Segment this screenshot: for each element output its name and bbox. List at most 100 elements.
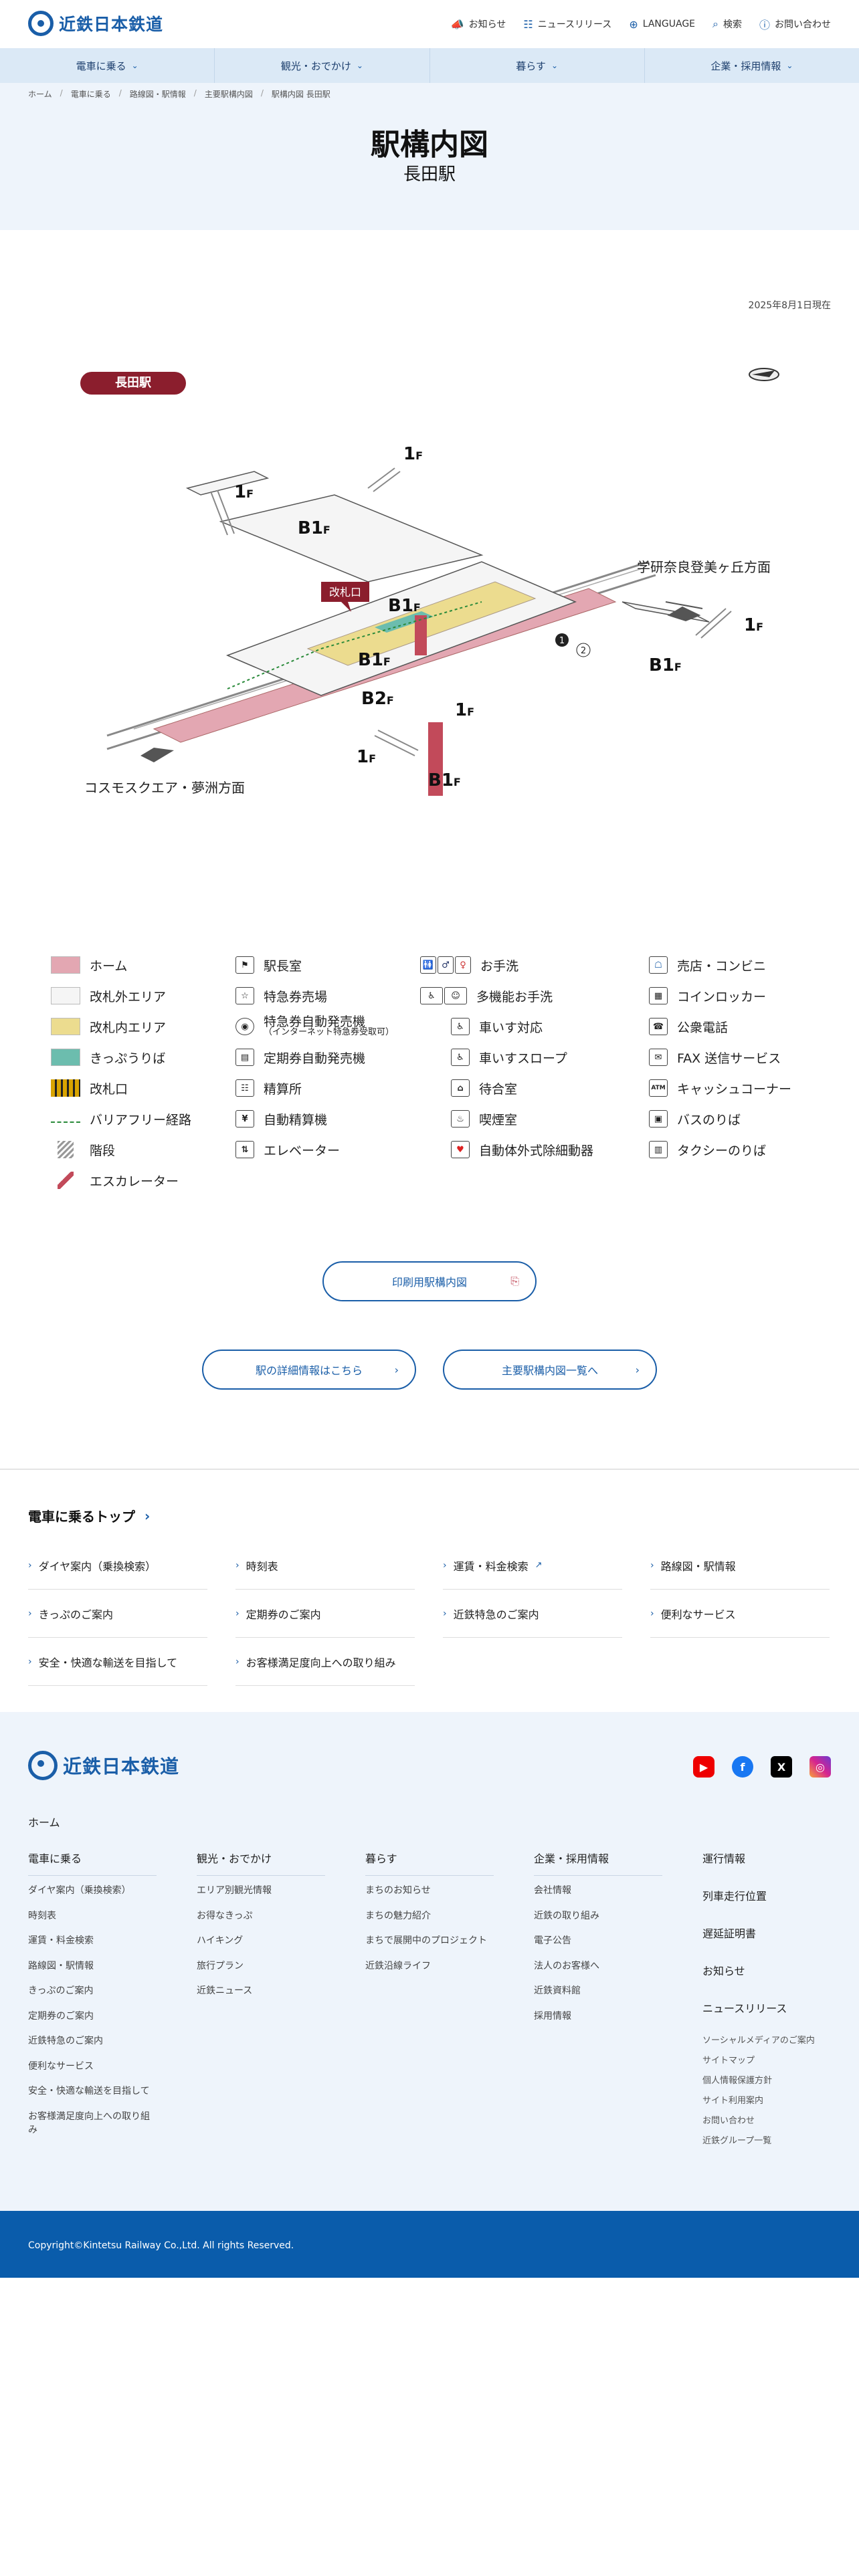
footer-link[interactable]: 採用情報: [534, 2010, 662, 2035]
legend-label: エレベーター: [264, 1143, 341, 1158]
breadcrumb-separator: /: [60, 88, 63, 98]
footer-main-link[interactable]: 列車走行位置: [702, 1887, 831, 1925]
breadcrumb-station-maps[interactable]: 主要駅構内図: [205, 88, 253, 100]
footer-link[interactable]: 会社情報: [534, 1884, 662, 1909]
taxi-stand-icon: ▥: [649, 1141, 668, 1158]
footer-small-link[interactable]: 近鉄グループ一覧: [702, 2133, 831, 2153]
footer-small-link[interactable]: ソーシャルメディアのご案内: [702, 2033, 831, 2053]
footer-link[interactable]: 法人のお客様へ: [534, 1959, 662, 1985]
footer-logo[interactable]: 近鉄日本鉄道: [28, 1751, 179, 1780]
chevron-down-icon: ⌄: [356, 61, 363, 70]
logo-mark-icon: [28, 11, 54, 36]
footer-main-link[interactable]: 遅延証明書: [702, 1925, 831, 1962]
related-link[interactable]: › 定期券のご案内: [235, 1590, 415, 1638]
footer-link[interactable]: 近鉄資料館: [534, 1984, 662, 2010]
legend-item: ♥ 自動体外式除細動器: [420, 1134, 593, 1165]
legend-label: 公衆電話: [677, 1020, 729, 1035]
footer-link[interactable]: 定期券のご案内: [28, 2010, 157, 2035]
related-link[interactable]: › 便利なサービス: [650, 1590, 830, 1638]
legend-label: 車いすスロープ: [479, 1051, 567, 1066]
footer-link[interactable]: エリア別観光情報: [197, 1884, 325, 1909]
related-link[interactable]: › きっぷのご案内: [28, 1590, 207, 1638]
chevron-right-icon: ›: [650, 1608, 654, 1619]
footer-link[interactable]: 近鉄沿線ライフ: [365, 1959, 494, 1985]
util-search[interactable]: ⌕ 検索: [712, 16, 742, 32]
instagram-icon[interactable]: ◎: [809, 1756, 831, 1778]
gnav-ride[interactable]: 電車に乗る ⌄: [0, 48, 215, 83]
footer-link[interactable]: 近鉄の取り組み: [534, 1909, 662, 1935]
footer-link[interactable]: 安全・快適な輸送を目指して: [28, 2084, 157, 2110]
util-contact[interactable]: ⓘ お問い合わせ: [759, 16, 831, 32]
ride-top-link[interactable]: 電車に乗るトップ ›: [28, 1506, 150, 1525]
x-icon[interactable]: X: [771, 1756, 792, 1778]
youtube-icon[interactable]: ▶: [693, 1756, 714, 1778]
station-maps-list-button[interactable]: 主要駅構内図一覧へ ›: [443, 1350, 657, 1390]
util-press[interactable]: ☷ ニュースリリース: [523, 16, 611, 32]
chevron-right-icon: ›: [28, 1560, 32, 1571]
express-ticket-machine-icon: ◉: [235, 1018, 254, 1035]
wheelchair-ramp-icon: ♿: [451, 1049, 470, 1066]
gnav-living[interactable]: 暮らす ⌄: [430, 48, 645, 83]
util-language[interactable]: ⊕ LANGUAGE: [629, 16, 695, 32]
legend-item: ♿ 車いす対応: [420, 1011, 593, 1042]
footer-small-link[interactable]: サイト利用案内: [702, 2093, 831, 2113]
breadcrumb-home[interactable]: ホーム: [28, 88, 52, 100]
footer-column-title[interactable]: 企業・採用情報: [534, 1850, 662, 1876]
footer-small-link[interactable]: 個人情報保護方針: [702, 2073, 831, 2093]
util-news[interactable]: 📣 お知らせ: [451, 16, 506, 32]
breadcrumb-route-map[interactable]: 路線図・駅情報: [130, 88, 186, 100]
footer-column-corporate: 企業・採用情報 会社情報 近鉄の取り組み 電子公告 法人のお客様へ 近鉄資料館 …: [534, 1850, 662, 2034]
print-map-button[interactable]: 印刷用駅構内図 ⎘: [322, 1261, 537, 1301]
footer-column-title[interactable]: 観光・おでかけ: [197, 1850, 325, 1876]
gnav-travel[interactable]: 観光・おでかけ ⌄: [215, 48, 430, 83]
footer-link[interactable]: お客様満足度向上への取り組み: [28, 2110, 157, 2135]
breadcrumb-ride[interactable]: 電車に乗る: [71, 88, 111, 100]
station-detail-button[interactable]: 駅の詳細情報はこちら ›: [202, 1350, 416, 1390]
footer-home-link[interactable]: ホーム: [28, 1814, 60, 1830]
legend-column: ホーム 改札外エリア 改札内エリア きっぷうりば 改札口 バリアフリー経路 階段…: [51, 950, 191, 1196]
gnav-corporate[interactable]: 企業・採用情報 ⌄: [645, 48, 859, 83]
footer-link[interactable]: 近鉄ニュース: [197, 1984, 325, 2010]
footer-column-title[interactable]: 暮らす: [365, 1850, 494, 1876]
legend-item: ⌂ 待合室: [420, 1073, 593, 1103]
footer-main-link[interactable]: ニュースリリース: [702, 2000, 831, 2033]
footer-main-link[interactable]: お知らせ: [702, 1962, 831, 2000]
related-link[interactable]: › 時刻表: [235, 1541, 415, 1590]
footer-small-link[interactable]: お問い合わせ: [702, 2113, 831, 2133]
site-logo[interactable]: 近鉄日本鉄道: [28, 11, 163, 36]
related-link[interactable]: › 近鉄特急のご案内: [443, 1590, 622, 1638]
util-label: ニュースリリース: [537, 19, 612, 30]
legend-item: 改札外エリア: [51, 980, 191, 1011]
footer-link[interactable]: まちで展開中のプロジェクト: [365, 1934, 494, 1959]
footer-column-title[interactable]: 電車に乗る: [28, 1850, 157, 1876]
footer-link[interactable]: ダイヤ案内（乗換検索）: [28, 1884, 157, 1909]
related-link[interactable]: › 路線図・駅情報: [650, 1541, 830, 1590]
legend-label: 定期券自動発売機: [264, 1051, 366, 1066]
footer-link[interactable]: 路線図・駅情報: [28, 1959, 157, 1985]
legend-item: ☷ 精算所: [235, 1073, 394, 1103]
footer-link[interactable]: まちの魅力紹介: [365, 1909, 494, 1935]
legend-item: ✉ FAX 送信サービス: [649, 1042, 791, 1073]
related-link[interactable]: › お客様満足度向上への取り組み: [235, 1638, 415, 1686]
footer-small-link[interactable]: サイトマップ: [702, 2053, 831, 2073]
footer-link[interactable]: 近鉄特急のご案内: [28, 2034, 157, 2060]
footer-link[interactable]: 運賃・料金検索: [28, 1934, 157, 1959]
related-link[interactable]: › 安全・快適な輸送を目指して: [28, 1638, 207, 1686]
footer-link[interactable]: 旅行プラン: [197, 1959, 325, 1985]
footer-main-link[interactable]: 運行情報: [702, 1850, 831, 1887]
facebook-icon[interactable]: f: [732, 1756, 753, 1778]
footer-link[interactable]: お得なきっぷ: [197, 1909, 325, 1935]
legend-label: バスのりば: [677, 1112, 741, 1128]
footer-link[interactable]: 電子公告: [534, 1934, 662, 1959]
footer-link[interactable]: ハイキング: [197, 1934, 325, 1959]
upper-passage: [219, 494, 484, 582]
footer-link[interactable]: 時刻表: [28, 1909, 157, 1935]
link-label: 時刻表: [246, 1560, 278, 1573]
related-link[interactable]: › ダイヤ案内（乗換検索）: [28, 1541, 207, 1590]
legend-item: ☎ 公衆電話: [649, 1011, 791, 1042]
related-link[interactable]: › 運賃・料金検索 ↗: [443, 1541, 622, 1590]
footer-link[interactable]: きっぷのご案内: [28, 1984, 157, 2010]
page-title: 駅構内図: [371, 128, 488, 162]
footer-link[interactable]: 便利なサービス: [28, 2060, 157, 2085]
footer-link[interactable]: まちのお知らせ: [365, 1884, 494, 1909]
